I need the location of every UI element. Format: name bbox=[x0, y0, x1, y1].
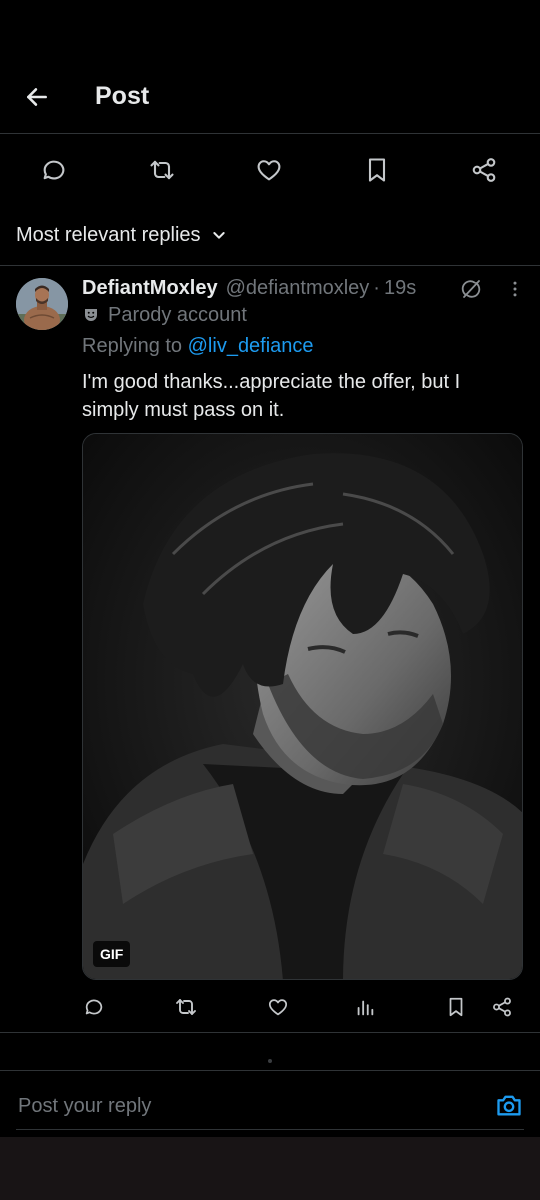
reply-author-row: DefiantMoxley @defiantmoxley · 19s bbox=[82, 274, 416, 302]
share-button[interactable] bbox=[466, 152, 502, 188]
speech-bubble-icon bbox=[43, 160, 65, 180]
parody-label: Parody account bbox=[108, 303, 247, 326]
avatar[interactable] bbox=[16, 278, 68, 330]
repost-icon bbox=[150, 160, 174, 180]
mention-link[interactable]: @liv_defiance bbox=[188, 335, 314, 357]
replying-to-prefix: Replying to bbox=[82, 335, 188, 357]
like-button[interactable] bbox=[251, 152, 287, 188]
heart-icon bbox=[268, 999, 288, 1016]
separator-dot: · bbox=[373, 276, 380, 299]
theater-mask-icon bbox=[85, 309, 97, 321]
page-title: Post bbox=[95, 82, 150, 110]
back-button[interactable] bbox=[20, 80, 54, 114]
gif-media[interactable]: GIF bbox=[82, 433, 523, 980]
speech-bubble-icon bbox=[85, 999, 103, 1015]
reply-share-button[interactable] bbox=[487, 990, 517, 1024]
divider bbox=[0, 1032, 540, 1033]
replying-to-line: Replying to @liv_defiance bbox=[82, 335, 314, 358]
reply-text: I'm good thanks...appreciate the offer, … bbox=[82, 371, 461, 421]
reply-input[interactable] bbox=[16, 1085, 480, 1127]
repost-icon bbox=[176, 999, 196, 1015]
input-underline bbox=[16, 1129, 524, 1130]
reply-composer bbox=[0, 1070, 540, 1137]
gif-badge: GIF bbox=[93, 941, 131, 967]
grok-icon bbox=[461, 280, 481, 298]
camera-button[interactable] bbox=[493, 1089, 525, 1121]
divider bbox=[0, 265, 540, 266]
bookmark-button[interactable] bbox=[359, 152, 395, 188]
bookmark-icon bbox=[368, 158, 386, 182]
grok-button[interactable] bbox=[458, 276, 484, 302]
parody-badge: Parody account bbox=[82, 302, 247, 328]
display-name[interactable]: DefiantMoxley bbox=[82, 277, 218, 300]
reply-comment-button[interactable] bbox=[79, 990, 109, 1024]
gif-image bbox=[83, 434, 522, 979]
top-header: Post bbox=[0, 0, 540, 134]
timestamp[interactable]: 19s bbox=[384, 277, 416, 300]
bar-chart-icon bbox=[357, 1000, 374, 1016]
reply-repost-button[interactable] bbox=[171, 990, 201, 1024]
share-icon bbox=[472, 158, 496, 182]
more-vertical-icon bbox=[513, 281, 517, 297]
share-icon bbox=[493, 997, 511, 1017]
reply-views-button[interactable] bbox=[350, 990, 380, 1024]
more-options-button[interactable] bbox=[502, 276, 528, 302]
arrow-left-icon bbox=[27, 88, 47, 106]
bookmark-icon bbox=[449, 997, 463, 1017]
reply-like-button[interactable] bbox=[263, 990, 293, 1024]
sort-replies-dropdown[interactable]: Most relevant replies bbox=[16, 220, 227, 250]
post-action-bar bbox=[0, 134, 540, 204]
heart-icon bbox=[257, 160, 281, 181]
chevron-down-icon bbox=[212, 232, 225, 239]
user-handle[interactable]: @defiantmoxley bbox=[226, 277, 370, 300]
reply-button[interactable] bbox=[36, 152, 72, 188]
system-navigation-area bbox=[0, 1137, 540, 1200]
repost-button[interactable] bbox=[144, 152, 180, 188]
sort-label: Most relevant replies bbox=[16, 223, 201, 246]
scroll-indicator bbox=[268, 1059, 272, 1063]
camera-icon bbox=[497, 1095, 521, 1116]
reply-action-bar bbox=[0, 990, 540, 1024]
reply-bookmark-button[interactable] bbox=[441, 990, 471, 1024]
